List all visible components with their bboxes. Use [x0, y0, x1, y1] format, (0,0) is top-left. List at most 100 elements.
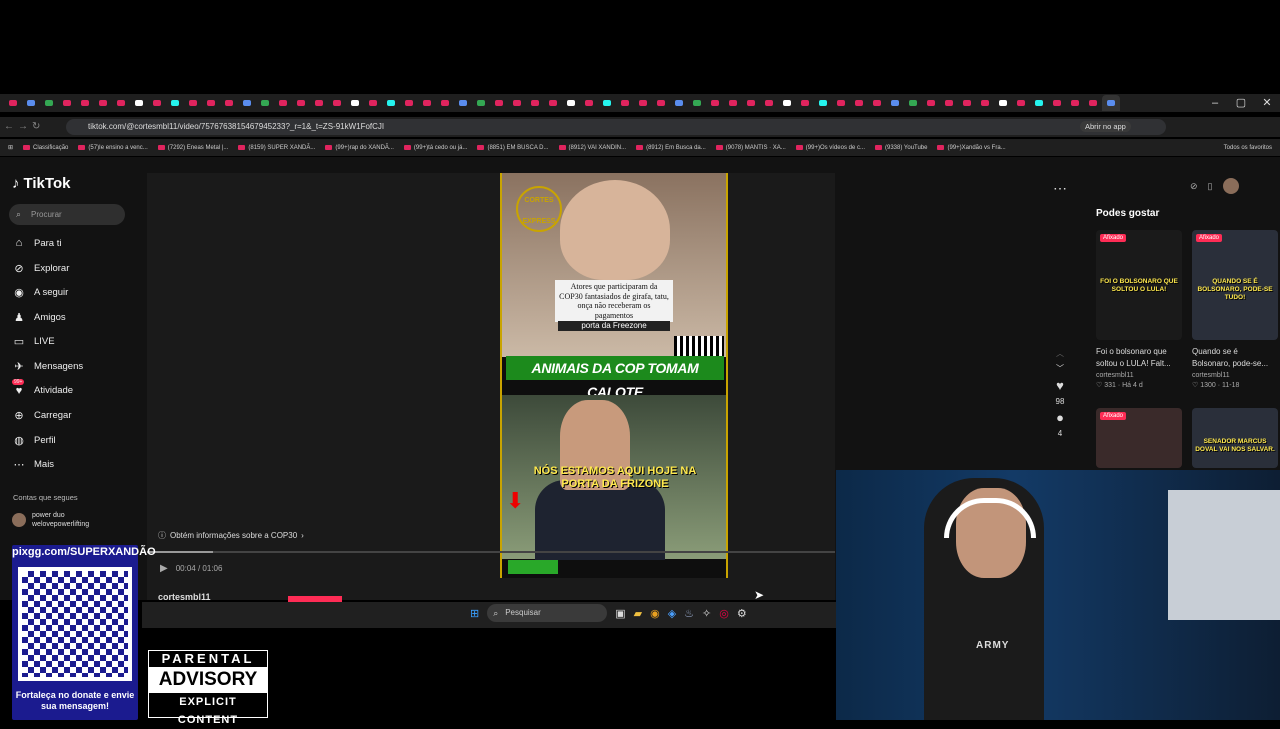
username[interactable]: cortesmbl11 — [158, 592, 211, 602]
nav-item-live[interactable]: ▭ LIVE — [12, 335, 55, 348]
browser-tab[interactable] — [724, 95, 742, 111]
browser-tab[interactable] — [562, 95, 580, 111]
browser-tab[interactable] — [472, 95, 490, 111]
open-in-app-button[interactable]: Abrir no app — [1080, 121, 1131, 132]
bookmark-item[interactable]: (8912) Em Busca da... — [636, 145, 706, 151]
browser-tab[interactable] — [544, 95, 562, 111]
bookmark-item[interactable]: (57)Ie ensino a venc... — [78, 145, 148, 151]
bookmark-item[interactable]: (99+)tá cedo ou já... — [403, 145, 467, 151]
bookmark-item[interactable]: (8912) VAI XANDIN... — [558, 145, 626, 151]
browser-tab[interactable] — [1048, 95, 1066, 111]
browser-tab[interactable] — [976, 95, 994, 111]
browser-tab[interactable] — [346, 95, 364, 111]
recommend-card[interactable]: Afixado — [1096, 408, 1182, 468]
bookmark-item[interactable]: (9338) YouTube — [875, 145, 927, 151]
nav-item-explore[interactable]: ⊘ Explorar — [12, 262, 69, 275]
settings-icon[interactable]: ⚙ — [737, 607, 747, 620]
browser-tab[interactable] — [742, 95, 760, 111]
phone-icon[interactable]: ▯ — [1208, 181, 1213, 192]
taskbar-search[interactable]: Pesquisar — [487, 604, 608, 622]
close-icon[interactable]: ✕ — [1254, 94, 1280, 112]
browser-tab[interactable] — [130, 95, 148, 111]
browser-tab[interactable] — [832, 95, 850, 111]
app-icon[interactable]: ◈ — [668, 607, 676, 620]
nav-item-profile[interactable]: ◍ Perfil — [12, 434, 55, 447]
browser-tab[interactable] — [508, 95, 526, 111]
browser-tab[interactable] — [580, 95, 598, 111]
browser-tab[interactable] — [1012, 95, 1030, 111]
tiktok-logo[interactable]: ♪ TikTok — [12, 175, 70, 192]
browser-tab[interactable] — [868, 95, 886, 111]
recommend-card[interactable]: Afixado FOI O BOLSONARO QUE SOLTOU O LULA… — [1096, 230, 1182, 389]
browser-tab[interactable] — [652, 95, 670, 111]
search-input[interactable]: ⌕ Procurar — [9, 204, 125, 225]
browser-tab[interactable] — [778, 95, 796, 111]
browser-tab[interactable] — [1084, 95, 1102, 111]
tool-icon[interactable]: ✧ — [702, 607, 711, 620]
windows-start-icon[interactable]: ⊞ — [470, 607, 479, 620]
profile-avatar[interactable] — [1222, 178, 1239, 194]
game-icon[interactable]: ◎ — [719, 607, 729, 620]
browser-tab[interactable] — [1102, 95, 1120, 111]
browser-tab[interactable] — [814, 95, 832, 111]
following-account[interactable]: power duo welovepowerlifting — [12, 511, 89, 529]
back-icon[interactable]: ← — [4, 117, 14, 137]
browser-tab[interactable] — [22, 95, 40, 111]
browser-tab[interactable] — [994, 95, 1012, 111]
browser-tab[interactable] — [418, 95, 436, 111]
browser-tab[interactable] — [940, 95, 958, 111]
browser-tab[interactable] — [364, 95, 382, 111]
minimize-icon[interactable]: – — [1202, 94, 1228, 112]
browser-tab[interactable] — [274, 95, 292, 111]
browser-tab[interactable] — [256, 95, 274, 111]
browser-tab[interactable] — [220, 95, 238, 111]
info-link[interactable]: ⓘ Obtém informações sobre a COP30 › — [158, 528, 304, 542]
browser-tab[interactable] — [58, 95, 76, 111]
nav-item-following[interactable]: ◉ A seguir — [12, 286, 68, 299]
browser-tab[interactable] — [328, 95, 346, 111]
browser-tab[interactable] — [202, 95, 220, 111]
forward-icon[interactable]: → — [18, 117, 28, 137]
browser-tab[interactable] — [526, 95, 544, 111]
browser-tab[interactable] — [760, 95, 778, 111]
chrome-icon[interactable]: ◉ — [650, 607, 660, 620]
all-favorites[interactable]: Todos os favoritos — [1224, 145, 1280, 151]
browser-tab[interactable] — [1030, 95, 1048, 111]
browser-tab[interactable] — [382, 95, 400, 111]
browser-tab[interactable] — [400, 95, 418, 111]
bookmark-item[interactable]: (9078) MANTIS · XA... — [715, 145, 786, 151]
bookmark-item[interactable]: (99+)Xandão vs Fra... — [937, 145, 1006, 151]
browser-tab[interactable] — [166, 95, 184, 111]
chevron-down-icon[interactable]: ﹀ — [1056, 363, 1064, 374]
browser-tab[interactable] — [904, 95, 922, 111]
browser-tab[interactable] — [958, 95, 976, 111]
browser-tab[interactable] — [796, 95, 814, 111]
browser-tab[interactable] — [238, 95, 256, 111]
browser-tab[interactable] — [436, 95, 454, 111]
progress-track[interactable] — [147, 551, 835, 553]
nav-item-activity[interactable]: ♥ Atividade 99+ — [12, 378, 73, 397]
bookmark-item[interactable]: (8159) SUPER XANDÃ... — [238, 145, 315, 151]
url-field[interactable]: tiktok.com/@cortesmbl11/video/7576763815… — [66, 119, 1166, 135]
bookmark-item[interactable]: Classificação — [23, 145, 68, 151]
browser-tab[interactable] — [688, 95, 706, 111]
nav-item-upload[interactable]: ⊕ Carregar — [12, 409, 71, 422]
recommend-card[interactable]: SENADOR MARCUS DOVAL VAI NOS SALVAR. — [1192, 408, 1278, 468]
folder-icon[interactable]: ▰ — [634, 607, 642, 620]
chevron-up-icon[interactable]: ︿ — [1056, 348, 1064, 359]
browser-tab[interactable] — [886, 95, 904, 111]
browser-tab[interactable] — [4, 95, 22, 111]
nav-item-friends[interactable]: ♟ Amigos — [12, 311, 66, 324]
nav-item-more[interactable]: ⋯ Mais — [12, 458, 55, 471]
browser-tab[interactable] — [292, 95, 310, 111]
browser-tab[interactable] — [616, 95, 634, 111]
browser-tab[interactable] — [94, 95, 112, 111]
browser-tab[interactable] — [850, 95, 868, 111]
bookmark-item[interactable]: (8851) EM BUSCA D... — [477, 145, 549, 151]
more-options-icon[interactable]: ⋯ — [1053, 180, 1067, 197]
maximize-icon[interactable]: ▢ — [1228, 94, 1254, 112]
nav-item-messages[interactable]: ✈ Mensagens — [12, 360, 83, 373]
browser-tab[interactable] — [310, 95, 328, 111]
browser-tab[interactable] — [1066, 95, 1084, 111]
steam-icon[interactable]: ♨ — [684, 607, 694, 620]
